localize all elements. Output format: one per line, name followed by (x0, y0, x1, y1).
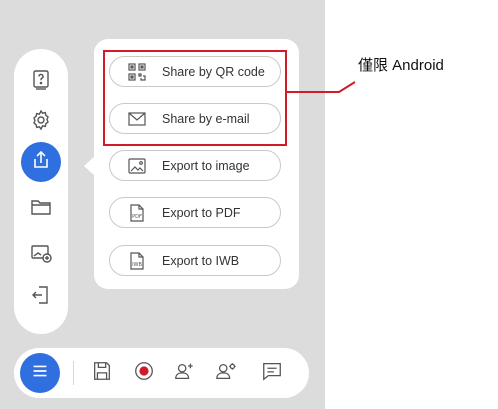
callout-line (287, 81, 356, 93)
export-pdf-label: Export to PDF (162, 205, 241, 220)
export-iwb-button[interactable]: IWB Export to IWB (109, 245, 281, 276)
side-toolbar (14, 49, 68, 334)
chat-icon (261, 360, 283, 387)
save-button[interactable] (82, 353, 122, 393)
user-settings-button[interactable] (206, 353, 246, 393)
help-icon (29, 68, 53, 97)
settings-gear-icon (29, 108, 53, 137)
share-button-highlight (21, 142, 61, 182)
help-button[interactable] (14, 62, 68, 102)
toolbar-divider (73, 361, 74, 385)
export-image-label: Export to image (162, 158, 250, 173)
chat-button[interactable] (252, 353, 292, 393)
add-slide-icon (29, 241, 53, 270)
record-icon (133, 360, 155, 387)
image-file-icon (126, 155, 148, 177)
exit-icon (29, 283, 53, 312)
bottom-toolbar (14, 348, 309, 398)
folder-button[interactable] (14, 189, 68, 229)
record-button[interactable] (124, 353, 164, 393)
pdf-file-icon: PDF (126, 202, 148, 224)
export-iwb-label: Export to IWB (162, 253, 240, 268)
settings-button[interactable] (14, 102, 68, 142)
add-user-button[interactable] (164, 353, 204, 393)
pdf-badge-text: PDF (132, 214, 142, 220)
save-icon (91, 360, 113, 387)
share-button[interactable] (14, 142, 68, 182)
export-pdf-button[interactable]: PDF Export to PDF (109, 197, 281, 228)
add-slide-button[interactable] (14, 235, 68, 275)
share-upload-icon (29, 148, 53, 177)
folder-icon (29, 195, 53, 224)
user-settings-icon (215, 360, 237, 387)
menu-button[interactable] (20, 353, 60, 393)
android-only-note: 僅限 Android (358, 57, 444, 74)
android-only-highlight-box (103, 50, 287, 146)
menu-button-circle (20, 353, 60, 393)
exit-button[interactable] (14, 277, 68, 317)
iwb-badge-text: IWB (132, 262, 142, 268)
export-image-button[interactable]: Export to image (109, 150, 281, 181)
iwb-file-icon: IWB (126, 250, 148, 272)
menu-icon (29, 360, 51, 387)
add-user-icon (173, 360, 195, 387)
